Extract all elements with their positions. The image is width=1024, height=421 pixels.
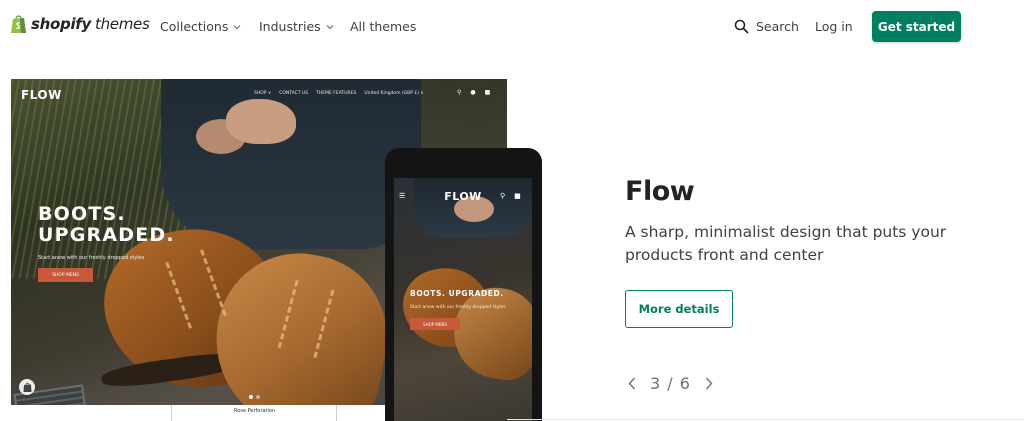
nav-all-themes-label: All themes — [350, 19, 417, 34]
search-button[interactable]: Search — [734, 19, 799, 34]
preview-brand: FLOW — [21, 88, 62, 102]
preview-headline: BOOTS. UPGRADED. — [38, 204, 175, 246]
preview-icons: ⚲ ● ■ — [457, 89, 490, 96]
preview-menu-item: United Kingdom (GBP £) ∨ — [364, 91, 424, 96]
mobile-preview-icons: ⚲ ■ — [500, 192, 521, 200]
shopify-themes-logo[interactable]: shopify themes — [10, 14, 150, 34]
preview-menu-item: THEME FEATURES — [316, 91, 357, 96]
nav-collections-label: Collections — [160, 19, 229, 34]
mobile-preview-headline: BOOTS. UPGRADED. — [410, 289, 504, 298]
theme-mobile-preview[interactable]: ☰ FLOW ⚲ ■ BOOTS. UPGRADED. Start anew w… — [385, 148, 542, 421]
chevron-right-icon — [705, 377, 713, 389]
mobile-preview-shop-button: SHOP MENS — [410, 318, 460, 330]
search-icon: ⚲ — [500, 192, 506, 200]
preview-menu-item: CONTACT US — [279, 91, 309, 96]
nav-industries-label: Industries — [259, 19, 321, 34]
search-icon: ⚲ — [457, 89, 462, 96]
nav-all-themes[interactable]: All themes — [350, 19, 416, 34]
divider — [336, 405, 337, 421]
hand-shape — [226, 99, 296, 144]
next-button[interactable] — [701, 373, 717, 393]
preview-headline-line1: BOOTS. — [38, 203, 126, 225]
jeans-shape — [161, 79, 421, 249]
cart-icon: ■ — [484, 89, 491, 96]
get-started-button[interactable]: Get started — [872, 11, 961, 42]
user-icon: ● — [470, 89, 476, 96]
preview-tagline: Start anew with our freshly dropped styl… — [38, 255, 145, 261]
search-label: Search — [756, 19, 799, 34]
preview-headline-line2: UPGRADED. — [38, 224, 175, 246]
shopify-bag-icon — [11, 15, 26, 33]
slide-dot — [256, 395, 260, 399]
nav-industries[interactable]: Industries — [259, 19, 334, 34]
pager-count: 3 / 6 — [650, 373, 691, 393]
search-icon — [734, 19, 749, 34]
preview-product-name: Rose Perforation — [234, 408, 276, 414]
mobile-preview-tagline: Start anew with our freshly dropped styl… — [410, 305, 506, 310]
theme-description: A sharp, minimalist design that puts you… — [625, 223, 947, 264]
carousel-pager: 3 / 6 — [624, 373, 717, 393]
more-details-button[interactable]: More details — [625, 290, 733, 328]
logo-sub-text: themes — [95, 15, 150, 33]
top-navigation: shopify themes Collections Industries Al… — [0, 0, 1024, 54]
previous-button[interactable] — [624, 373, 640, 393]
divider — [507, 419, 1024, 420]
login-link[interactable]: Log in — [815, 19, 853, 34]
chevron-down-icon — [326, 24, 334, 29]
shopify-badge-icon — [19, 379, 35, 395]
slide-dot — [249, 395, 253, 399]
logo-brand-text: shopify — [31, 15, 91, 33]
divider — [171, 405, 172, 421]
preview-menu-item: SHOP ∨ — [254, 91, 272, 96]
theme-title: Flow — [625, 176, 695, 207]
preview-slide-dots — [249, 395, 260, 399]
chevron-down-icon — [233, 24, 241, 29]
nav-collections[interactable]: Collections — [160, 19, 241, 34]
cart-icon: ■ — [514, 192, 521, 200]
preview-menu: SHOP ∨ CONTACT US THEME FEATURES United … — [254, 91, 424, 96]
preview-shop-button: SHOP MENS — [38, 268, 93, 282]
chevron-left-icon — [628, 377, 636, 389]
phone-screen: ☰ FLOW ⚲ ■ BOOTS. UPGRADED. Start anew w… — [394, 178, 532, 421]
